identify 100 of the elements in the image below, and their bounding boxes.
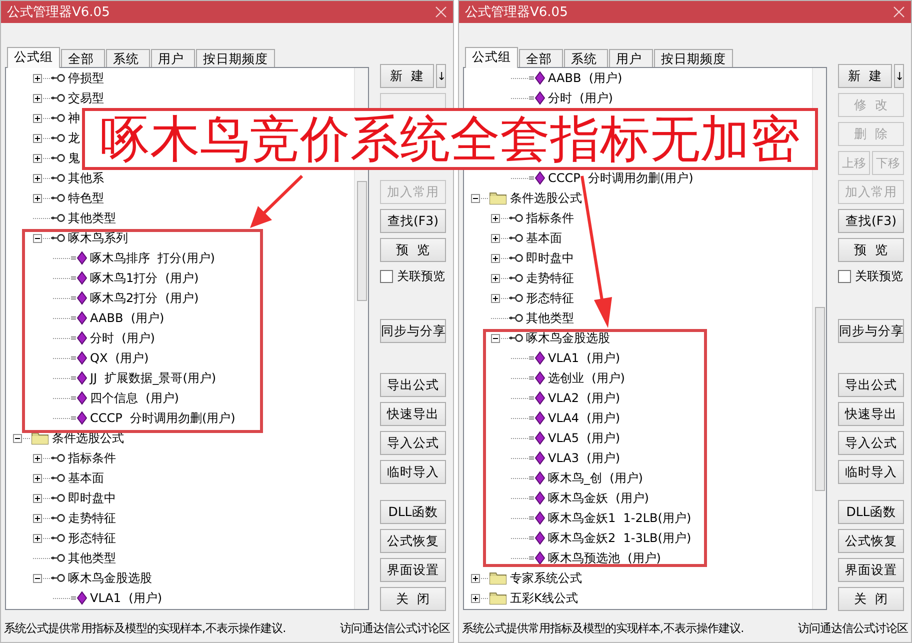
button[interactable]: 界面设置 [838, 558, 904, 582]
expand-icon[interactable] [33, 494, 42, 502]
tree-label[interactable]: 基本面 [68, 470, 104, 486]
tree-label[interactable]: 啄木鸟金股选股 [526, 330, 610, 346]
expand-icon[interactable] [33, 174, 42, 182]
expand-icon[interactable] [33, 114, 42, 122]
expand-icon[interactable] [491, 294, 500, 302]
checkbox-label[interactable]: 关联预览 [855, 268, 903, 284]
tree-label[interactable]: 分时 (用户) [90, 330, 155, 346]
tree-label[interactable]: 啄木鸟_创 (用户) [548, 470, 643, 486]
expand-icon[interactable] [33, 94, 42, 102]
tree-label[interactable]: 啄木鸟金妖1 1-2LB(用户) [548, 510, 692, 526]
button[interactable]: 公式恢复 [380, 529, 446, 553]
tree-label[interactable]: 停损型 [68, 70, 104, 86]
checkbox[interactable] [838, 270, 851, 282]
tab[interactable]: 全部 [519, 49, 563, 67]
close-icon[interactable] [893, 6, 905, 18]
expand-icon[interactable] [33, 154, 42, 162]
tree-label[interactable]: QX (用户) [90, 350, 149, 366]
expand-icon[interactable] [33, 534, 42, 542]
dropdown-button[interactable]: ↓ [436, 64, 446, 88]
tree-label[interactable]: 其他类型 [526, 310, 574, 326]
scrollbar-thumb[interactable] [356, 181, 366, 301]
expand-icon[interactable] [33, 194, 42, 202]
tree-label[interactable]: 啄木鸟预选池 (用户) [548, 550, 661, 566]
expand-icon[interactable] [491, 214, 500, 222]
tab[interactable]: 按日期频度 [196, 49, 275, 67]
button[interactable]: 临时导入 [838, 460, 904, 484]
tree-label[interactable]: 形态特征 [68, 530, 116, 546]
tree-label[interactable]: VLA2 (用户) [548, 390, 620, 406]
expand-icon[interactable] [491, 254, 500, 262]
tab[interactable]: 用户 [151, 49, 195, 67]
tree-label[interactable]: VLA5 (用户) [548, 430, 620, 446]
tree-label[interactable]: 啄木鸟金妖 (用户) [548, 490, 649, 506]
expand-icon[interactable] [33, 134, 42, 142]
forum-link[interactable]: 访问通达信公式讨论区 [340, 620, 450, 636]
tree-label[interactable]: 啄木鸟系列 [68, 230, 128, 246]
tab[interactable]: 用户 [609, 49, 653, 67]
button[interactable]: 同步与分享 [380, 319, 446, 343]
tree-label[interactable]: 走势特征 [68, 510, 116, 526]
expand-icon[interactable] [33, 474, 42, 482]
tree-label[interactable]: 其他类型 [68, 550, 116, 566]
tab[interactable]: 按日期频度 [654, 49, 733, 67]
checkbox-label[interactable]: 关联预览 [397, 268, 445, 284]
tree-label[interactable]: 即时盘中 [526, 250, 574, 266]
button[interactable]: 关 闭 [380, 587, 446, 611]
tree-label[interactable]: 走势特征 [526, 270, 574, 286]
button[interactable]: 预 览 [838, 238, 904, 262]
tree-label[interactable]: 五彩K线公式 [510, 590, 578, 606]
button[interactable]: 新 建 [380, 64, 434, 88]
button[interactable]: DLL函数 [838, 500, 904, 524]
tree-label[interactable]: VLA3 (用户) [548, 450, 620, 466]
button[interactable]: 关 闭 [838, 587, 904, 611]
tree-label[interactable]: 条件选股公式 [510, 190, 582, 206]
tree-label[interactable]: 形态特征 [526, 290, 574, 306]
button[interactable]: 新 建 [838, 64, 892, 88]
expand-icon[interactable] [471, 594, 480, 602]
tree-label[interactable]: 啄木鸟1打分 (用户) [90, 270, 199, 286]
tree-label[interactable]: AABB (用户) [548, 70, 622, 86]
checkbox[interactable] [380, 270, 393, 282]
tree-label[interactable]: 选创业 (用户) [548, 370, 625, 386]
tree-label[interactable]: 其他类型 [68, 210, 116, 226]
button[interactable]: 临时导入 [380, 460, 446, 484]
button[interactable]: 查找(F3) [838, 209, 904, 233]
tree-label[interactable]: 其他系 [68, 170, 104, 186]
tree-label[interactable]: JJ 扩展数据_景哥(用户) [90, 370, 216, 386]
tree-label[interactable]: 龙 [68, 130, 80, 146]
tree-label[interactable]: 专家系统公式 [510, 570, 582, 586]
collapse-icon[interactable] [33, 574, 42, 582]
button[interactable]: 导出公式 [380, 373, 446, 397]
button[interactable]: 快速导出 [838, 402, 904, 426]
scrollbar-thumb[interactable] [814, 307, 824, 491]
button[interactable]: 查找(F3) [380, 209, 446, 233]
button[interactable]: 导出公式 [838, 373, 904, 397]
button[interactable]: 导入公式 [380, 431, 446, 455]
tree-label[interactable]: 分时 (用户) [548, 90, 613, 106]
button[interactable]: 同步与分享 [838, 319, 904, 343]
tree-label[interactable]: VLA4 (用户) [548, 410, 620, 426]
expand-icon[interactable] [491, 274, 500, 282]
button[interactable]: 预 览 [380, 238, 446, 262]
button[interactable]: 快速导出 [380, 402, 446, 426]
tab[interactable]: 全部 [61, 49, 105, 67]
button[interactable]: 公式恢复 [838, 529, 904, 553]
tree-label[interactable]: 交易型 [68, 90, 104, 106]
tree-label[interactable]: 鬼 [68, 150, 80, 166]
tree-label[interactable]: 啄木鸟金股选股 [68, 570, 152, 586]
tree-label[interactable]: CCCP 分时调用勿删(用户) [548, 170, 694, 186]
scrollbar[interactable] [812, 68, 826, 609]
tree-label[interactable]: 指标条件 [526, 210, 574, 226]
tree-label[interactable]: 啄木鸟排序 打分(用户) [90, 250, 215, 266]
collapse-icon[interactable] [491, 334, 500, 342]
tab[interactable]: 系统 [106, 49, 150, 67]
dropdown-button[interactable]: ↓ [894, 64, 904, 88]
tab[interactable]: 公式组 [465, 47, 518, 68]
collapse-icon[interactable] [33, 234, 42, 242]
collapse-icon[interactable] [471, 194, 480, 202]
tree-label[interactable]: 指标条件 [68, 450, 116, 466]
close-icon[interactable] [435, 6, 447, 18]
collapse-icon[interactable] [13, 434, 22, 442]
tree-label[interactable]: 神 [68, 110, 80, 126]
